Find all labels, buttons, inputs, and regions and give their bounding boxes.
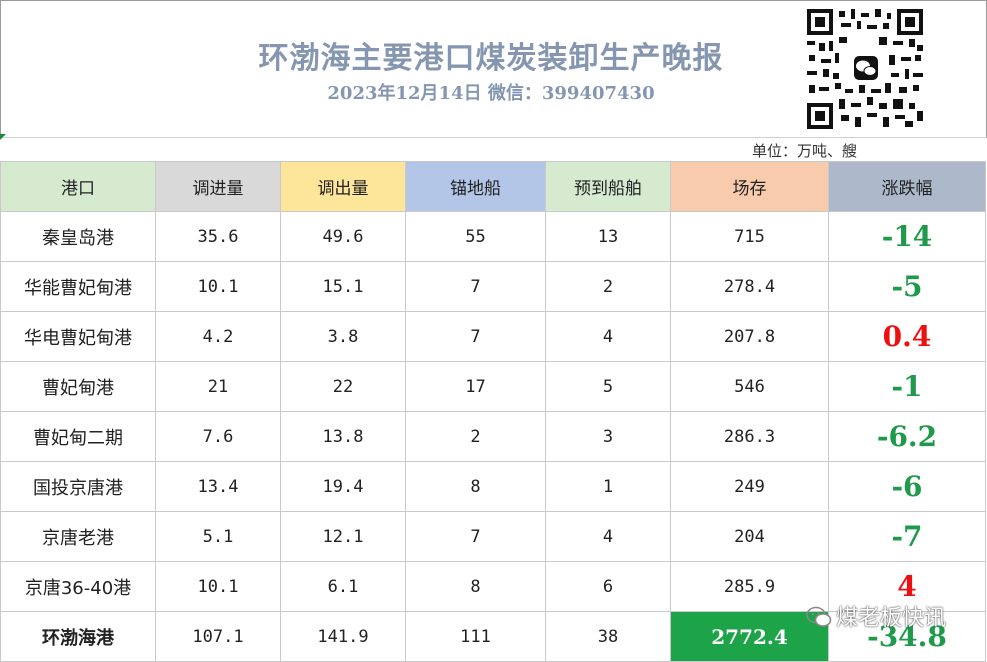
change-value: -7 [828, 511, 986, 562]
table-row: 华电曹妃甸港 4.2 3.8 7 4 207.8 0.4 [0, 311, 986, 362]
port-name: 曹妃甸港 [0, 361, 156, 412]
out-value: 15.1 [280, 261, 406, 312]
port-name: 华电曹妃甸港 [0, 311, 156, 362]
port-table: 港口 调进量 调出量 锚地船 预到船舶 场存 涨跌幅 秦皇岛港 35.6 49.… [0, 161, 986, 662]
table-row: 国投京唐港 13.4 19.4 8 1 249 -6 [0, 461, 986, 512]
in-value: 35.6 [155, 211, 281, 262]
port-name: 秦皇岛港 [0, 211, 156, 262]
expect-value: 2 [545, 261, 671, 312]
total-port-name: 环渤海港 [0, 611, 156, 662]
anchor-value: 8 [405, 561, 546, 612]
total-expect-value: 38 [545, 611, 671, 662]
in-value: 7.6 [155, 411, 281, 462]
expect-value: 3 [545, 411, 671, 462]
out-value: 3.8 [280, 311, 406, 362]
table-row: 曹妃甸港 21 22 17 5 546 -1 [0, 361, 986, 412]
table-header-row: 港口 调进量 调出量 锚地船 预到船舶 场存 涨跌幅 [0, 161, 986, 212]
port-name: 京唐36-40港 [0, 561, 156, 612]
col-header-stock: 场存 [670, 161, 829, 212]
out-value: 13.8 [280, 411, 406, 462]
report-header: 环渤海主要港口煤炭装卸生产晚报 2023年12月14日 微信：399407430 [0, 0, 987, 138]
table-row: 京唐老港 5.1 12.1 7 4 204 -7 [0, 511, 986, 562]
anchor-value: 7 [405, 511, 546, 562]
cell-marker [0, 134, 6, 140]
report-title: 环渤海主要港口煤炭装卸生产晚报 [258, 41, 724, 76]
port-name: 京唐老港 [0, 511, 156, 562]
stock-value: 546 [670, 361, 829, 412]
col-header-out: 调出量 [280, 161, 406, 212]
port-name: 国投京唐港 [0, 461, 156, 512]
expect-value: 1 [545, 461, 671, 512]
total-stock-value: 2772.4 [670, 611, 829, 662]
stock-value: 207.8 [670, 311, 829, 362]
stock-value: 278.4 [670, 261, 829, 312]
expect-value: 5 [545, 361, 671, 412]
out-value: 12.1 [280, 511, 406, 562]
anchor-value: 17 [405, 361, 546, 412]
total-anchor-value: 111 [405, 611, 546, 662]
in-value: 13.4 [155, 461, 281, 512]
change-value: -6.2 [828, 411, 986, 462]
col-header-change: 涨跌幅 [828, 161, 986, 212]
anchor-value: 55 [405, 211, 546, 262]
expect-value: 4 [545, 511, 671, 562]
expect-value: 6 [545, 561, 671, 612]
table-row: 华能曹妃甸港 10.1 15.1 7 2 278.4 -5 [0, 261, 986, 312]
in-value: 4.2 [155, 311, 281, 362]
unit-label: 单位：万吨、艘 [752, 142, 858, 160]
col-header-in: 调进量 [155, 161, 281, 212]
in-value: 10.1 [155, 561, 281, 612]
total-out-value: 141.9 [280, 611, 406, 662]
out-value: 49.6 [280, 211, 406, 262]
change-value: -14 [828, 211, 986, 262]
change-value: -6 [828, 461, 986, 512]
expect-value: 13 [545, 211, 671, 262]
wechat-icon [806, 606, 832, 627]
wechat-qr-code-icon [805, 7, 925, 131]
anchor-value: 2 [405, 411, 546, 462]
col-header-port: 港口 [0, 161, 156, 212]
stock-value: 285.9 [670, 561, 829, 612]
stock-value: 286.3 [670, 411, 829, 462]
out-value: 19.4 [280, 461, 406, 512]
total-in-value: 107.1 [155, 611, 281, 662]
table-row: 曹妃甸二期 7.6 13.8 2 3 286.3 -6.2 [0, 411, 986, 462]
port-name: 曹妃甸二期 [0, 411, 156, 462]
in-value: 21 [155, 361, 281, 412]
change-value: 0.4 [828, 311, 986, 362]
port-name: 华能曹妃甸港 [0, 261, 156, 312]
stock-value: 204 [670, 511, 829, 562]
table-row: 秦皇岛港 35.6 49.6 55 13 715 -14 [0, 211, 986, 262]
report-subtitle: 2023年12月14日 微信：399407430 [327, 83, 655, 104]
anchor-value: 8 [405, 461, 546, 512]
change-value: -5 [828, 261, 986, 312]
watermark-text: 煤老板快讯 [836, 606, 947, 631]
expect-value: 4 [545, 311, 671, 362]
out-value: 22 [280, 361, 406, 412]
in-value: 5.1 [155, 511, 281, 562]
change-value: -1 [828, 361, 986, 412]
col-header-expect: 预到船舶 [545, 161, 671, 212]
col-header-anchor: 锚地船 [405, 161, 546, 212]
anchor-value: 7 [405, 261, 546, 312]
in-value: 10.1 [155, 261, 281, 312]
stock-value: 715 [670, 211, 829, 262]
stock-value: 249 [670, 461, 829, 512]
anchor-value: 7 [405, 311, 546, 362]
out-value: 6.1 [280, 561, 406, 612]
